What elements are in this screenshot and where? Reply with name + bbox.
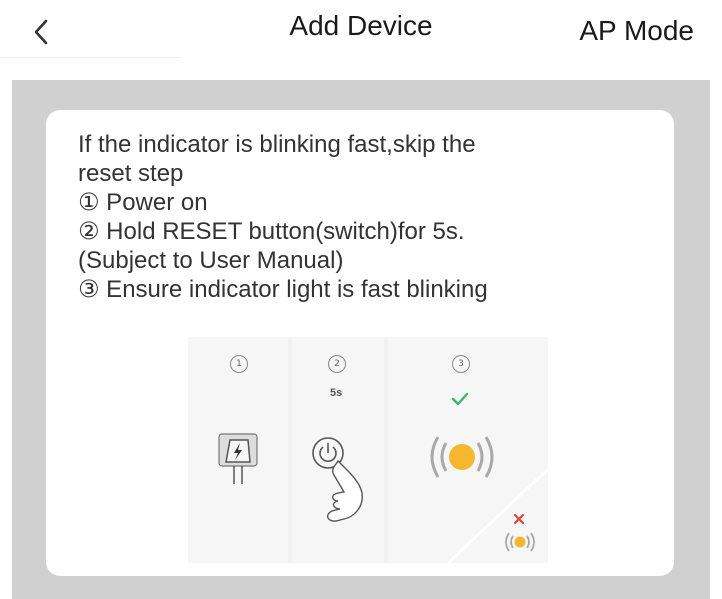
instruction-card: If the indicator is blinking fast,skip t… <box>46 110 674 576</box>
cross-icon <box>513 513 525 525</box>
step-number: 2 <box>328 355 346 373</box>
power-plug-icon <box>218 433 258 484</box>
header: Add Device AP Mode <box>0 0 722 80</box>
instruction-line: ③ Ensure indicator light is fast blinkin… <box>78 276 488 303</box>
instruction-line: reset step <box>78 160 184 187</box>
instruction-line: If the indicator is blinking fast,skip t… <box>78 131 476 158</box>
instruction-line: (Subject to User Manual) <box>78 247 344 274</box>
reset-steps-illustration: 1 2 5s 3 <box>188 337 548 563</box>
divider <box>0 57 180 58</box>
content-area: If the indicator is blinking fast,skip t… <box>12 80 710 599</box>
step-number: 1 <box>230 355 248 373</box>
hold-duration-label: 5s <box>330 387 343 399</box>
step-2-panel: 2 5s <box>292 337 384 563</box>
ap-mode-button[interactable]: AP Mode <box>579 15 694 47</box>
slow-light-icon <box>505 532 535 552</box>
step-1-panel: 1 <box>188 337 288 563</box>
instruction-line: ② Hold RESET button(switch)for 5s. <box>78 218 465 245</box>
step-3-panel: 3 <box>388 337 548 563</box>
press-power-button-icon <box>312 437 363 522</box>
instruction-line: ① Power on <box>78 189 208 216</box>
instructions-text: If the indicator is blinking fast,skip t… <box>78 130 638 304</box>
